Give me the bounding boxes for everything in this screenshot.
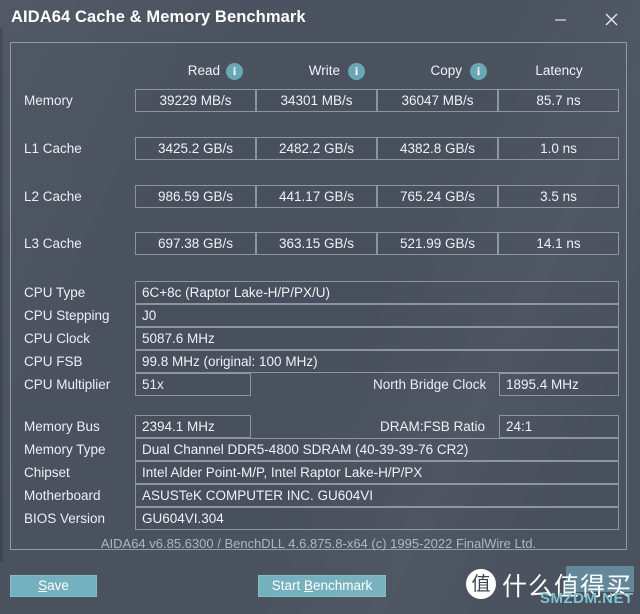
row-label-l2-cache: L2 Cache (24, 189, 82, 204)
cpu-type-label: CPU Type (24, 285, 86, 300)
l1-cache-read-value: 3425.2 GB/s (135, 137, 256, 160)
watermark-logo-icon: 值 (466, 569, 496, 599)
chipset-label: Chipset (24, 465, 70, 480)
cpu-multiplier-value: 51x (135, 373, 251, 396)
memory-copy-value: 36047 MB/s (377, 89, 498, 112)
bios-version-value: GU604VI.304 (135, 507, 619, 530)
motherboard-value: ASUSTeK COMPUTER INC. GU604VI (135, 484, 619, 507)
close-icon (605, 13, 617, 25)
memory-latency-value: 85.7 ns (498, 89, 619, 112)
motherboard-label: Motherboard (24, 488, 101, 503)
memory-write-value: 34301 MB/s (256, 89, 377, 112)
column-header-read: Read (187, 63, 220, 78)
cpu-fsb-label: CPU FSB (24, 354, 83, 369)
start-benchmark-button[interactable]: Start Benchmark (258, 575, 386, 597)
start-benchmark-pre: Start (271, 578, 304, 593)
l3-cache-copy-value: 521.99 GB/s (377, 232, 498, 255)
cpu-fsb-value: 99.8 MHz (original: 100 MHz) (135, 350, 619, 373)
l1-cache-latency-value: 1.0 ns (498, 137, 619, 160)
cpu-type-value: 6C+8c (Raptor Lake-H/P/PX/U) (135, 281, 619, 304)
cpu-stepping-value: J0 (135, 304, 619, 327)
bios-version-label: BIOS Version (24, 511, 106, 526)
north-bridge-clock-value: 1895.4 MHz (499, 373, 619, 396)
north-bridge-clock-label: North Bridge Clock (373, 377, 487, 392)
cpu-stepping-label: CPU Stepping (24, 308, 110, 323)
close-button[interactable] (588, 0, 634, 38)
dram-fsb-ratio-label: DRAM:FSB Ratio (380, 419, 486, 434)
row-label-l3-cache: L3 Cache (24, 236, 82, 251)
l2-cache-latency-value: 3.5 ns (498, 185, 619, 208)
save-button-accel: S (38, 578, 48, 593)
memory-type-value: Dual Channel DDR5-4800 SDRAM (40-39-39-7… (135, 438, 619, 461)
chipset-value: Intel Alder Point-M/P, Intel Raptor Lake… (135, 461, 619, 484)
screen-edge-sliver (0, 28, 3, 562)
memory-read-value: 39229 MB/s (135, 89, 256, 112)
save-button-post: ave (47, 578, 69, 593)
dram-fsb-ratio-value: 24:1 (499, 415, 619, 438)
l3-cache-read-value: 697.38 GB/s (135, 232, 256, 255)
cpu-multiplier-label: CPU Multiplier (24, 377, 111, 392)
row-label-l1-cache: L1 Cache (24, 141, 82, 156)
copy-info-icon[interactable]: i (470, 63, 487, 80)
save-button[interactable]: Save (10, 575, 97, 597)
row-label-memory: Memory (24, 93, 73, 108)
window-title: AIDA64 Cache & Memory Benchmark (11, 8, 306, 26)
memory-type-label: Memory Type (24, 442, 106, 457)
cpu-clock-value: 5087.6 MHz (135, 327, 619, 350)
version-copyright-line: AIDA64 v6.85.6300 / BenchDLL 4.6.875.8-x… (100, 536, 537, 551)
watermark-subtext: SMZDM.NET (540, 590, 634, 607)
memory-bus-value: 2394.1 MHz (135, 415, 251, 438)
start-benchmark-post: enchmark (313, 578, 373, 593)
l1-cache-write-value: 2482.2 GB/s (256, 137, 377, 160)
cpu-clock-label: CPU Clock (24, 331, 91, 346)
l1-cache-copy-value: 4382.8 GB/s (377, 137, 498, 160)
l2-cache-write-value: 441.17 GB/s (256, 185, 377, 208)
column-header-copy: Copy (430, 63, 462, 78)
minimize-icon (554, 18, 566, 21)
l2-cache-read-value: 986.59 GB/s (135, 185, 256, 208)
column-header-latency: Latency (535, 63, 583, 78)
memory-bus-label: Memory Bus (24, 419, 100, 434)
minimize-button[interactable] (537, 0, 583, 38)
start-benchmark-accel: B (303, 578, 313, 593)
l3-cache-write-value: 363.15 GB/s (256, 232, 377, 255)
watermark: 值 什么值得买 SMZDM.NET (466, 563, 634, 609)
column-header-write: Write (308, 63, 340, 78)
write-info-icon[interactable]: i (348, 63, 365, 80)
read-info-icon[interactable]: i (226, 63, 243, 80)
l3-cache-latency-value: 14.1 ns (498, 232, 619, 255)
l2-cache-copy-value: 765.24 GB/s (377, 185, 498, 208)
title-bar: AIDA64 Cache & Memory Benchmark (0, 0, 640, 38)
